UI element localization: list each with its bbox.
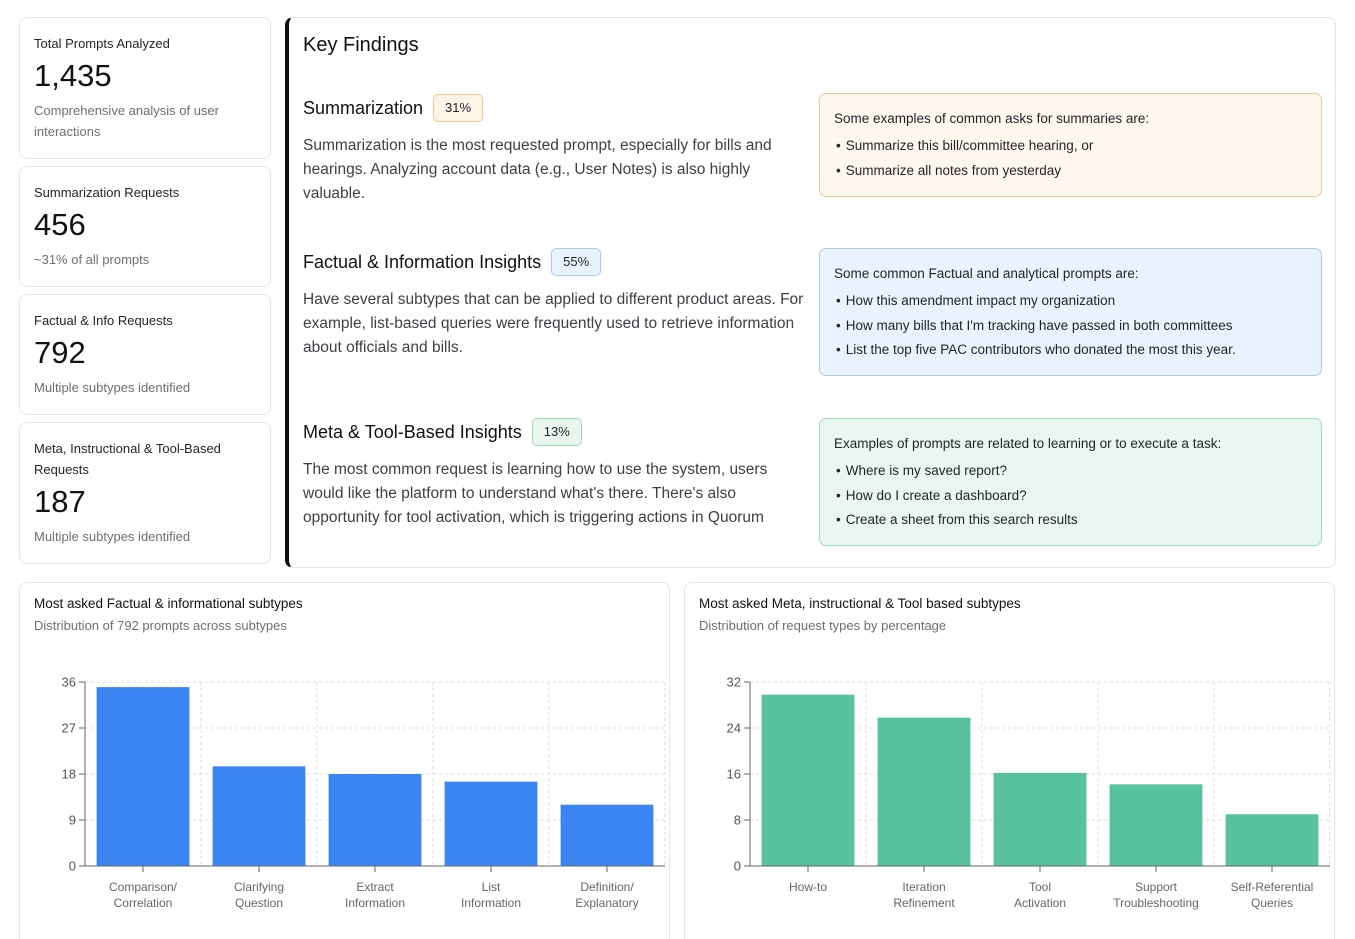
stat-title: Meta, Instructional & Tool-Based Request… [34,441,221,477]
finding-header-factual: Factual & Information Insights 55% [303,248,602,276]
stat-description: Comprehensive analysis of user interacti… [34,103,219,139]
stat-card-factual-info: Factual & Info Requests 792 Multiple sub… [19,294,271,415]
percent-badge: 31% [433,94,484,122]
bar[interactable] [761,694,855,866]
y-tick-label: 8 [734,813,741,828]
finding-header-summarization: Summarization 31% [303,94,484,122]
y-tick-label: 0 [69,859,76,874]
example-item: How many bills that I'm tracking have pa… [834,314,1307,339]
x-tick-label: How-to [789,880,827,894]
key-findings-title: Key Findings [303,34,419,56]
finding-name: Summarization [303,97,424,118]
y-tick-label: 32 [727,675,741,690]
stat-value: 187 [34,484,86,519]
bar[interactable] [1109,784,1203,866]
example-item: Where is my saved report? [834,459,1307,484]
example-item: How do I create a dashboard? [834,484,1307,509]
finding-description: Have several subtypes that can be applie… [303,291,804,356]
stat-card-summarization: Summarization Requests 456 ~31% of all p… [19,166,271,287]
examples-intro: Some examples of common asks for summari… [834,111,1150,126]
stat-title: Total Prompts Analyzed [34,36,170,51]
finding-header-meta-tool: Meta & Tool-Based Insights 13% [303,418,582,446]
y-tick-label: 24 [727,721,741,736]
key-findings-panel: Key Findings Summarization 31% Summariza… [285,17,1336,568]
example-item: List the top five PAC contributors who d… [834,338,1307,363]
stat-description: Multiple subtypes identified [34,380,191,395]
y-tick-label: 16 [727,767,741,782]
examples-box-meta-tool: Examples of prompts are related to learn… [819,418,1322,546]
x-tick-label: List Information [461,880,521,910]
stat-title: Factual & Info Requests [34,313,173,328]
bar[interactable] [444,781,538,866]
finding-name: Meta & Tool-Based Insights [303,421,522,442]
finding-description: Summarization is the most requested prom… [303,137,772,202]
stat-description: Multiple subtypes identified [34,529,191,544]
stat-title: Summarization Requests [34,185,180,200]
finding-description: The most common request is learning how … [303,461,768,526]
finding-name: Factual & Information Insights [303,251,542,272]
y-tick-label: 36 [62,675,76,690]
percent-badge: 55% [551,248,602,276]
example-item: Summarize all notes from yesterday [834,159,1307,184]
y-tick-label: 27 [62,721,76,736]
percent-badge: 13% [531,418,582,446]
x-tick-label: Clarifying Question [234,880,284,910]
bar[interactable] [96,687,190,866]
bar[interactable] [877,717,971,866]
x-tick-label: Self-Referential Queries [1231,880,1314,910]
example-item: How this amendment impact my organizatio… [834,289,1307,314]
examples-intro: Some common Factual and analytical promp… [834,266,1139,281]
examples-box-factual: Some common Factual and analytical promp… [819,248,1322,376]
examples-intro: Examples of prompts are related to learn… [834,436,1222,451]
stat-value: 1,435 [34,58,112,93]
bar-chart-factual-subtypes: 0 9 18 27 36 Comparison/Correlation Clarifying… [62,675,666,910]
y-tick-label: 0 [734,859,741,874]
chart-card-meta-subtypes: Most asked Meta, instructional & Tool ba… [684,582,1335,939]
stat-description: ~31% of all prompts [34,252,150,267]
examples-box-summarization: Some examples of common asks for summari… [819,93,1322,197]
x-tick-label: Iteration Refinement [893,880,955,910]
example-item: Create a sheet from this search results [834,508,1307,533]
bar[interactable] [212,766,306,866]
stat-value: 792 [34,335,86,370]
y-tick-label: 18 [62,767,76,782]
x-tick-label: Support Troubleshooting [1113,880,1199,910]
stat-value: 456 [34,207,86,242]
chart-card-factual-subtypes: Most asked Factual & informational subty… [19,582,670,939]
bar[interactable] [560,804,654,866]
stat-card-meta-tool: Meta, Instructional & Tool-Based Request… [19,422,271,564]
x-tick-label: Extract Information [345,880,405,910]
bar[interactable] [328,774,422,866]
x-tick-label: Comparison/Correlation [109,880,178,910]
example-item: Summarize this bill/committee hearing, o… [834,134,1307,159]
bar-chart-meta-subtypes: 0 8 16 24 32 How-to Iteration Refinement Tool Act… [727,675,1331,910]
y-tick-label: 9 [69,813,76,828]
bar[interactable] [993,772,1087,866]
x-tick-label: Tool Activation [1014,880,1066,910]
x-tick-label: Definition/Explanatory [575,880,638,910]
bar[interactable] [1225,814,1319,866]
stat-card-total-prompts: Total Prompts Analyzed 1,435 Comprehensi… [19,17,271,159]
